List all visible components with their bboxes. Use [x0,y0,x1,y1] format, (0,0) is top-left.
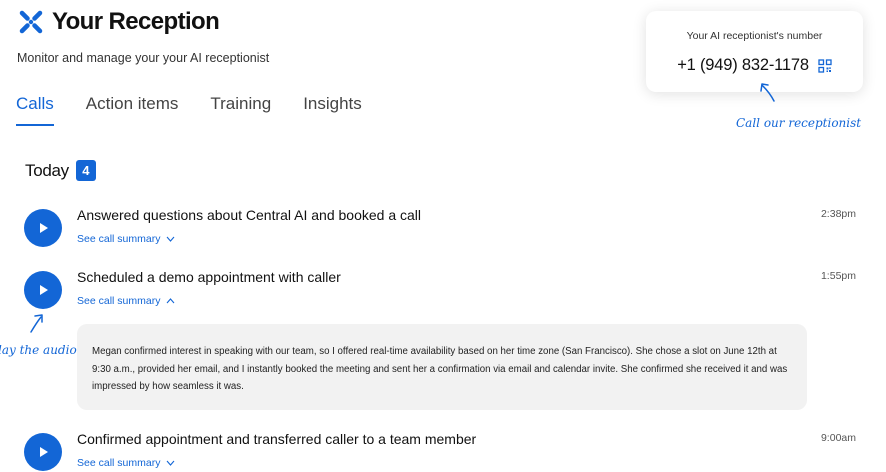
qr-code-icon[interactable] [818,58,832,73]
see-call-summary-link[interactable]: See call summary [77,295,175,307]
call-time: 2:38pm [820,208,856,220]
call-title: Scheduled a demo appointment with caller [77,269,341,285]
play-button[interactable] [24,433,62,471]
see-call-summary-link[interactable]: See call summary [77,233,175,245]
chevron-up-icon [167,298,175,304]
summary-toggle-label: See call summary [77,233,161,245]
play-icon [40,223,48,233]
play-icon [40,285,48,295]
tab-bar: Calls Action items Training Insights [16,94,394,126]
tab-training[interactable]: Training [210,94,271,126]
call-hint-arrow-icon [760,83,775,102]
tab-insights[interactable]: Insights [303,94,362,126]
play-icon [40,447,48,457]
count-badge: 4 [75,160,96,181]
play-hint-text: lay the audio [0,343,77,357]
section-heading: Today 4 [25,160,96,181]
summary-toggle-label: See call summary [77,457,161,469]
tab-calls[interactable]: Calls [16,94,54,126]
call-time: 9:00am [820,432,856,444]
section-title: Today [25,160,69,180]
chevron-down-icon [167,460,175,466]
see-call-summary-link[interactable]: See call summary [77,457,175,469]
phone-number[interactable]: +1 (949) 832-1178 [677,56,809,75]
logo-icon [19,10,43,34]
play-button[interactable] [24,209,62,247]
call-hint-text: Call our receptionist [736,116,862,130]
call-time: 1:55pm [820,270,856,282]
summary-toggle-label: See call summary [77,295,161,307]
play-hint-arrow-icon [30,314,43,333]
call-title: Confirmed appointment and transferred ca… [77,431,477,447]
call-title: Answered questions about Central AI and … [77,207,422,223]
number-row: +1 (949) 832-1178 [646,56,863,75]
chevron-down-icon [167,236,175,242]
tab-action-items[interactable]: Action items [86,94,179,126]
page-subtitle: Monitor and manage your your AI receptio… [17,51,270,65]
page-title: Your Reception [52,8,220,35]
call-summary-panel: Megan confirmed interest in speaking wit… [77,324,807,410]
receptionist-number-card: Your AI receptionist's number +1 (949) 8… [646,11,863,92]
number-label: Your AI receptionist's number [686,30,823,42]
play-button[interactable] [24,271,62,309]
header: Your Reception [17,8,220,36]
